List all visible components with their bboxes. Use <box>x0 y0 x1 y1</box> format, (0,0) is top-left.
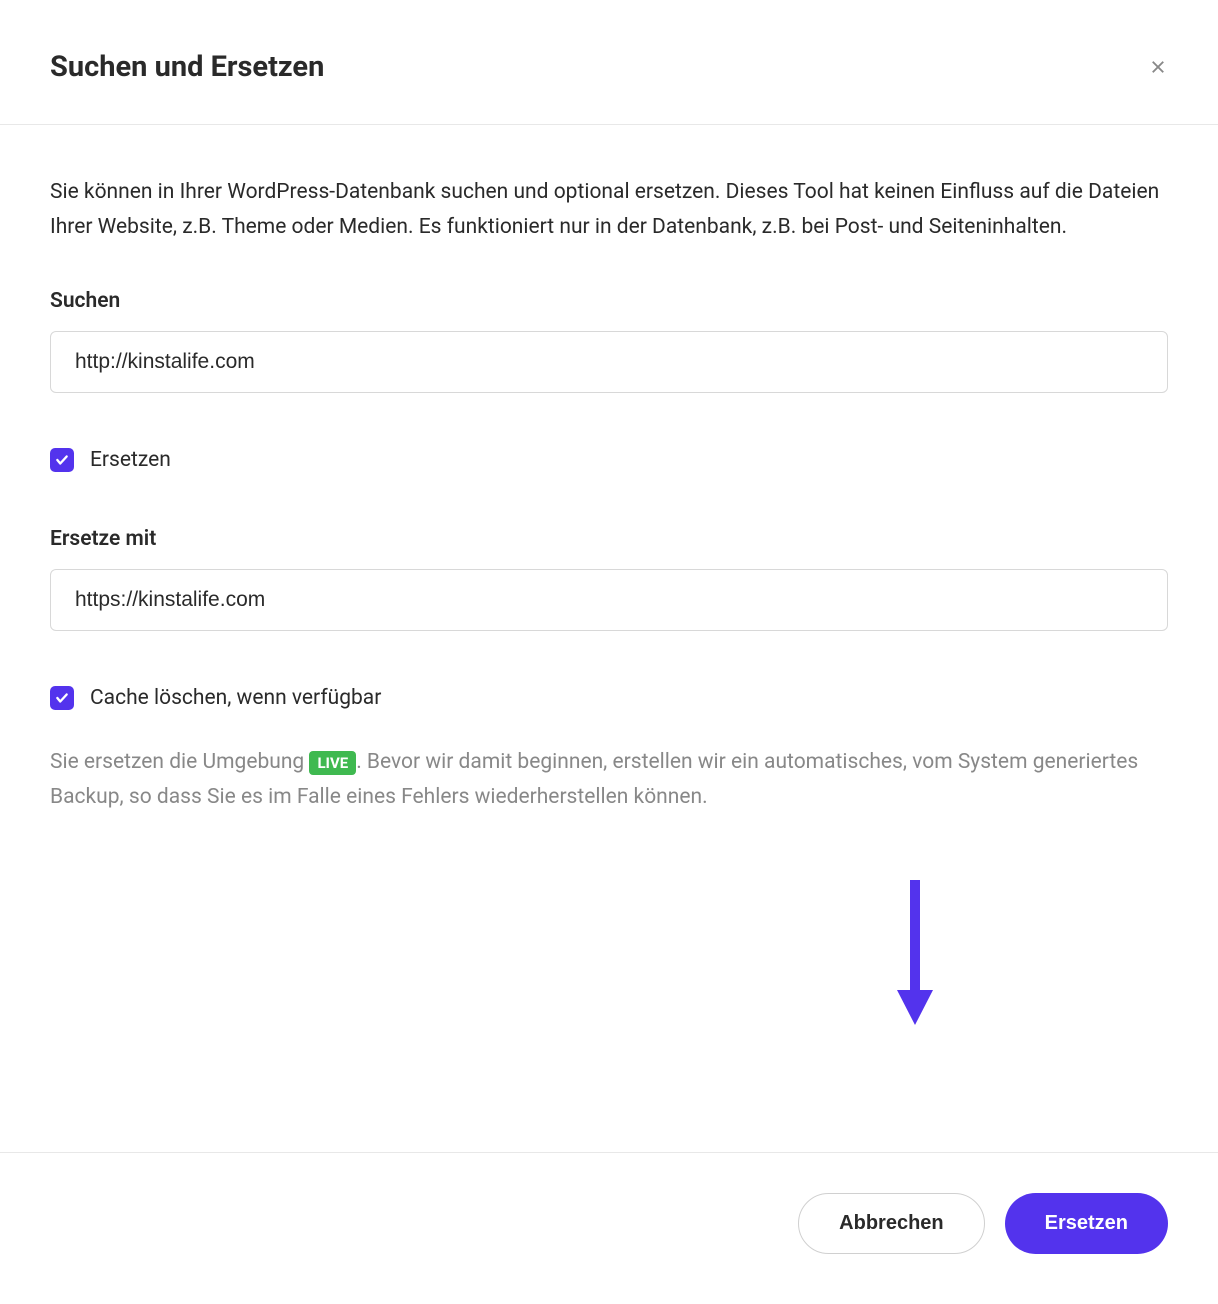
close-icon[interactable] <box>1148 57 1168 77</box>
cache-checkbox-row: Cache löschen, wenn verfügbar <box>50 686 1168 710</box>
submit-button[interactable]: Ersetzen <box>1005 1193 1168 1254</box>
live-badge: LIVE <box>309 751 356 775</box>
cache-checkbox[interactable] <box>50 686 74 710</box>
description-text: Sie können in Ihrer WordPress-Datenbank … <box>50 175 1168 244</box>
modal-header: Suchen und Ersetzen <box>0 0 1218 125</box>
cache-checkbox-label: Cache löschen, wenn verfügbar <box>90 686 381 710</box>
info-text: Sie ersetzen die Umgebung LIVE. Bevor wi… <box>50 745 1168 814</box>
replace-group: Ersetze mit <box>50 527 1168 631</box>
search-input[interactable] <box>50 331 1168 393</box>
arrow-down-icon <box>895 880 935 1025</box>
replace-label: Ersetze mit <box>50 527 1168 551</box>
modal-title: Suchen und Ersetzen <box>50 50 324 84</box>
replace-checkbox-row: Ersetzen <box>50 448 1168 472</box>
modal-body: Sie können in Ihrer WordPress-Datenbank … <box>0 125 1218 855</box>
replace-checkbox-label: Ersetzen <box>90 448 171 472</box>
cancel-button[interactable]: Abbrechen <box>798 1193 984 1254</box>
replace-input[interactable] <box>50 569 1168 631</box>
search-group: Suchen <box>50 289 1168 393</box>
info-prefix: Sie ersetzen die Umgebung <box>50 750 309 774</box>
modal-footer: Abbrechen Ersetzen <box>0 1152 1218 1304</box>
search-label: Suchen <box>50 289 1168 313</box>
replace-checkbox[interactable] <box>50 448 74 472</box>
